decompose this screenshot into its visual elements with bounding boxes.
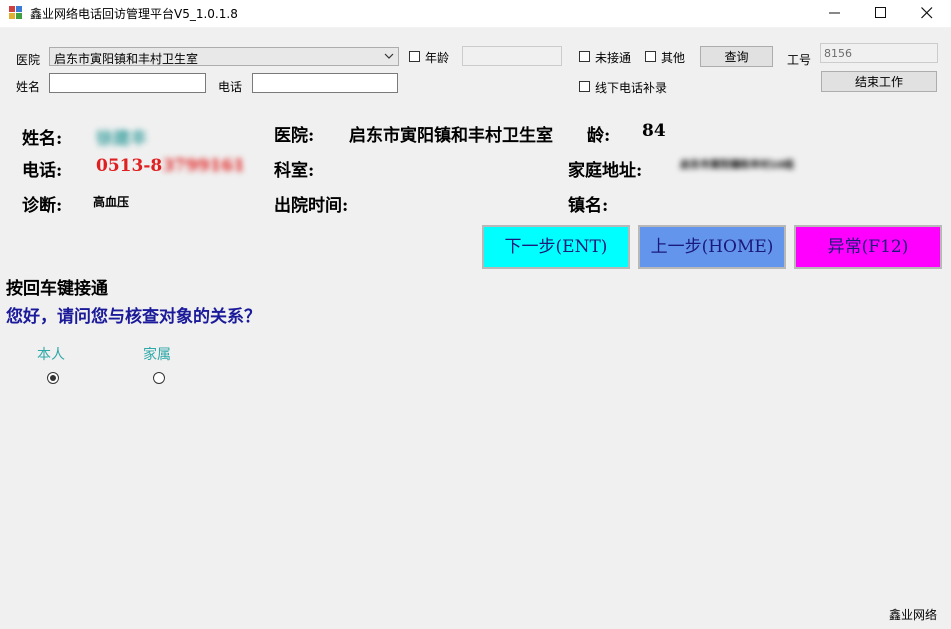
option-family-radio[interactable] [153,372,165,384]
name-field[interactable] [49,73,206,93]
patient-discharge-label: 出院时间: [274,196,349,216]
patient-diagnosis-label: 诊断: [22,196,63,216]
minimize-button[interactable] [812,0,858,27]
patient-name-value: 徐建丰 [96,129,147,149]
query-button[interactable]: 查询 [700,46,773,67]
close-icon [921,7,933,19]
maximize-icon [875,7,886,18]
end-work-button[interactable]: 结束工作 [821,71,937,92]
patient-age-value: 84 [642,121,666,141]
patient-address-value: 启东市寅阳镇和丰村10组 [680,160,794,171]
hospital-label: 医院 [16,53,41,67]
window-title: 鑫业网络电话回访管理平台V5_1.0.1.8 [30,7,238,21]
unconnected-checkbox[interactable] [579,51,590,62]
chevron-down-icon [384,53,394,59]
app-icon [9,6,22,19]
minimize-icon [829,12,840,14]
close-button[interactable] [904,0,950,27]
prev-step-button[interactable]: 上一步(HOME) [638,225,786,269]
phone-label: 电话 [218,80,243,94]
staff-id-label: 工号 [787,53,812,67]
patient-town-label: 镇名: [568,196,609,216]
patient-hospital-label: 医院: [274,126,315,146]
patient-diagnosis-value: 高血压 [93,195,130,209]
age-field[interactable] [462,46,562,66]
connect-hint: 按回车键接通 [6,279,108,299]
abnormal-button[interactable]: 异常(F12) [794,225,942,269]
patient-name-label: 姓名: [22,129,63,149]
name-label: 姓名 [16,80,41,94]
patient-hospital-value: 启东市寅阳镇和丰村卫生室 [349,126,553,146]
offline-checkbox[interactable] [579,81,590,92]
age-checkbox[interactable] [409,51,420,62]
phone-field[interactable] [252,73,398,93]
footer-brand: 鑫业网络 [888,608,937,622]
unconnected-label: 未接通 [595,51,632,65]
patient-dept-label: 科室: [274,161,315,181]
title-bar: 鑫业网络电话回访管理平台V5_1.0.1.8 [0,0,951,28]
staff-id-field [820,43,938,63]
question-text: 您好，请问您与核查对象的关系？ [6,307,261,327]
patient-address-label: 家庭地址: [568,161,643,181]
radio-selected-dot [50,375,56,381]
age-label: 年龄 [425,51,450,65]
next-step-button[interactable]: 下一步(ENT) [482,225,630,269]
maximize-button[interactable] [858,0,904,27]
patient-age-label: 龄: [587,126,611,146]
offline-label: 线下电话补录 [595,81,668,95]
option-self-radio[interactable] [47,372,59,384]
other-checkbox[interactable] [645,51,656,62]
patient-phone-value: 0513-83799161 [96,156,246,176]
hospital-select-value: 启东市寅阳镇和丰村卫生室 [54,52,199,66]
patient-phone-label: 电话: [22,161,63,181]
option-self-label: 本人 [37,347,65,363]
option-family-label: 家属 [143,347,171,363]
hospital-select[interactable]: 启东市寅阳镇和丰村卫生室 [49,47,399,66]
other-label: 其他 [661,51,686,65]
